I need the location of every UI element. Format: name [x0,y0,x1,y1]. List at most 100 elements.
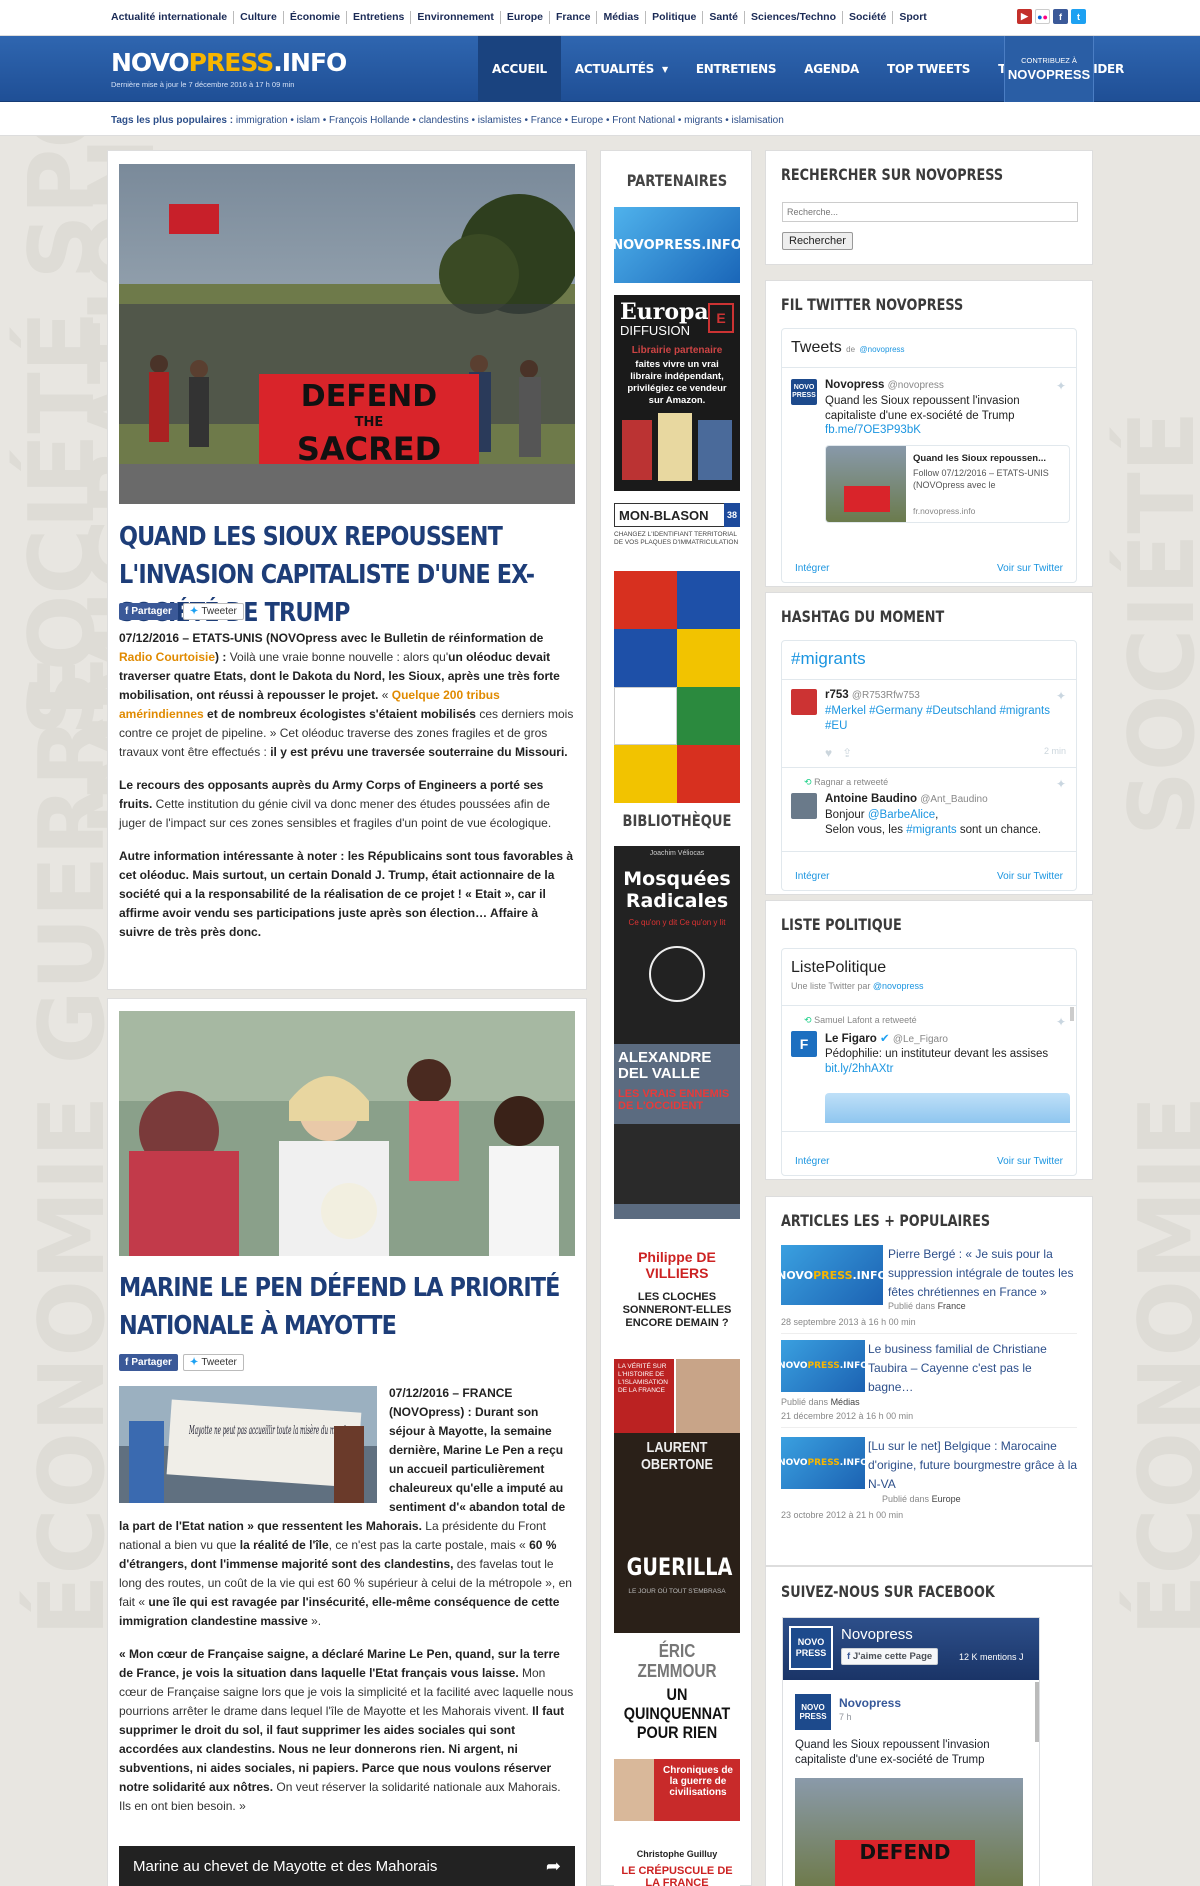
contribute-button[interactable]: CONTRIBUEZ À NOVOPRESS [1004,36,1094,102]
book-vrais-ennemis[interactable]: ALEXANDRE DEL VALLE LES VRAIS ENNEMIS DE… [614,1044,740,1219]
embed-link[interactable]: Intégrer [795,1156,829,1167]
nav-item-actualites[interactable]: ACTUALITÉS ▼ [561,36,682,102]
popular-article-link[interactable]: Pierre Bergé : « Je suis pour la suppres… [888,1245,1083,1302]
le-figaro-avatar[interactable]: F [791,1031,817,1057]
view-on-twitter-link[interactable]: Voir sur Twitter [997,1156,1063,1167]
tweet-text[interactable]: #Merkel #Germany #Deutschland #migrants … [825,704,1065,734]
nav-item-accueil[interactable]: ACCUEIL [478,36,561,102]
tweet-button[interactable]: ✦ Tweeter [182,603,244,620]
nav-item-top-tweets[interactable]: TOP TWEETS [873,36,984,102]
tweet-author[interactable]: Novopress @novopress [825,379,944,391]
embed-link[interactable]: Intégrer [795,871,829,882]
share-icon[interactable]: ⇪ [842,746,852,760]
avatar[interactable] [791,689,817,715]
book-cloches[interactable]: Philippe DE VILLIERS LES CLOCHES SONNERO… [614,1243,740,1433]
twitter-bird-icon[interactable]: ✦ [1056,777,1066,791]
tweet-actions[interactable]: ♥ ⇪ [825,746,852,760]
category-link[interactable]: France [550,11,598,24]
site-logo[interactable]: NOVOPRESS.INFO [111,48,347,77]
scrollbar[interactable] [1070,1007,1074,1021]
article-image[interactable]: DEFEND THE SACRED [119,164,575,504]
category-link[interactable]: Économie [284,11,348,24]
category-link[interactable]: Médias [831,1397,860,1407]
book-crepuscule[interactable]: Christophe Guilluy LE CRÉPUSCULE DE LA F… [614,1845,740,1886]
article-thumbnail[interactable]: NOVO PRESS .INFO [778,1437,868,1489]
view-on-twitter-link[interactable]: Voir sur Twitter [997,871,1063,882]
category-link[interactable]: Sport [893,11,932,24]
youtube-icon[interactable]: ▶ [1017,9,1032,24]
twitter-bird-icon[interactable]: ✦ [1056,689,1066,703]
facebook-share-button[interactable]: f Partager [119,603,178,620]
popular-article-link[interactable]: [Lu sur le net] Belgique : Marocaine d'o… [868,1437,1078,1494]
tag-link[interactable]: immigration [236,115,288,126]
tag-link[interactable]: François Hollande [329,115,410,126]
embed-link[interactable]: Intégrer [795,563,829,574]
book-quinquennat[interactable]: ÉRIC ZEMMOUR UN QUINQUENNAT POUR RIEN Ch… [614,1637,740,1837]
tag-link[interactable]: clandestins [419,115,469,126]
tag-link[interactable]: islamistes [478,115,522,126]
like-icon[interactable]: ♥ [825,746,832,760]
tweet-author[interactable]: r753 @R753Rfw753 [825,689,920,701]
category-link[interactable]: Société [843,11,894,24]
video-embed[interactable]: Marine au chevet de Mayotte et des Mahor… [119,1846,575,1886]
mon-blason-banner[interactable]: MON-BLASON 38 CHANGEZ L'IDENTIFIANT TERR… [614,503,740,803]
share-arrow-icon[interactable]: ➦ [546,1856,561,1877]
page-avatar[interactable]: NOVO PRESS [789,1626,833,1670]
tweet-button[interactable]: ✦ Tweeter [182,1354,244,1371]
category-link[interactable]: Médias [597,11,647,24]
facebook-share-button[interactable]: f Partager [119,1354,178,1371]
avatar[interactable]: NOVO PRESS [791,379,817,405]
tweet-link[interactable]: bit.ly/2hhAXtr [825,1063,893,1075]
timeline-handle-link[interactable]: @novopress [860,345,905,354]
facebook-icon[interactable]: f [1053,9,1068,24]
tag-link[interactable]: migrants [684,115,722,126]
nav-item-entretiens[interactable]: ENTRETIENS [682,36,790,102]
list-owner-link[interactable]: @novopress [873,981,924,991]
category-link[interactable]: Santé [703,11,745,24]
avatar[interactable] [791,793,817,819]
novopress-partner-banner[interactable]: NOVOPRESS.INFO [614,207,740,283]
category-link[interactable]: Actualité internationale [111,11,235,24]
post-avatar[interactable]: NOVO PRESS [795,1694,831,1730]
category-link[interactable]: Environnement [411,11,501,24]
category-link[interactable]: Entretiens [347,11,412,24]
book-mosquees-radicales[interactable]: Joachim Véliocas Mosquées Radicales Ce q… [614,846,740,1044]
article-image[interactable] [119,1011,575,1256]
page-name[interactable]: Novopress [841,1626,913,1643]
twitter-bird-icon[interactable]: ✦ [1056,379,1066,393]
flickr-icon[interactable]: ● ● [1035,9,1050,24]
category-link[interactable]: Culture [234,11,284,24]
search-input[interactable] [782,202,1078,222]
article-thumbnail[interactable]: NOVO PRESS .INFO [778,1340,868,1392]
tag-link[interactable]: France [531,115,562,126]
tweet-author[interactable]: Antoine Baudino @Ant_Baudino [825,793,988,805]
popular-article-link[interactable]: Le business familial de Christiane Taubi… [868,1340,1078,1397]
article-thumbnail[interactable]: NOVO PRESS .INFO [777,1245,887,1305]
hashtag-link[interactable]: #migrants [791,649,866,669]
nav-item-agenda[interactable]: AGENDA [790,36,873,102]
tag-link[interactable]: Europe [571,115,603,126]
like-page-button[interactable]: f J'aime cette Page [841,1648,939,1665]
tag-link[interactable]: islam [297,115,320,126]
category-link[interactable]: Europe [932,1494,961,1504]
category-link[interactable]: France [938,1301,966,1311]
tweet-author[interactable]: Le Figaro ✔ @Le_Figaro [825,1031,948,1045]
tweet-media[interactable] [825,1093,1070,1123]
tag-link[interactable]: islamisation [732,115,784,126]
twitter-icon[interactable]: t [1071,9,1086,24]
europa-diffusion-banner[interactable]: Europa DIFFUSION E Librairie partenaire … [614,295,740,491]
category-link[interactable]: Politique [646,11,704,24]
tag-link[interactable]: Front National [612,115,675,126]
article-title[interactable]: MARINE LE PEN DÉFEND LA PRIORITÉ NATIONA… [119,1269,575,1345]
scrollbar[interactable] [1035,1682,1039,1742]
post-image[interactable]: DEFEND [795,1778,1023,1886]
post-author[interactable]: Novopress [839,1696,901,1710]
category-link[interactable]: Sciences/Techno [745,11,844,24]
book-guerilla[interactable]: LAURENT OBERTONE GUERILLA LE JOUR OÙ TOU… [614,1433,740,1633]
twitter-bird-icon[interactable]: ✦ [1056,1015,1066,1029]
search-button[interactable]: Rechercher [782,232,853,250]
tweet-card[interactable]: Quand les Sioux repoussen... Follow 07/1… [825,445,1070,523]
tweet-link[interactable]: fb.me/7OE3P93bK [825,424,921,436]
radio-courtoisie-link[interactable]: Radio Courtoisie [119,650,215,664]
view-on-twitter-link[interactable]: Voir sur Twitter [997,563,1063,574]
